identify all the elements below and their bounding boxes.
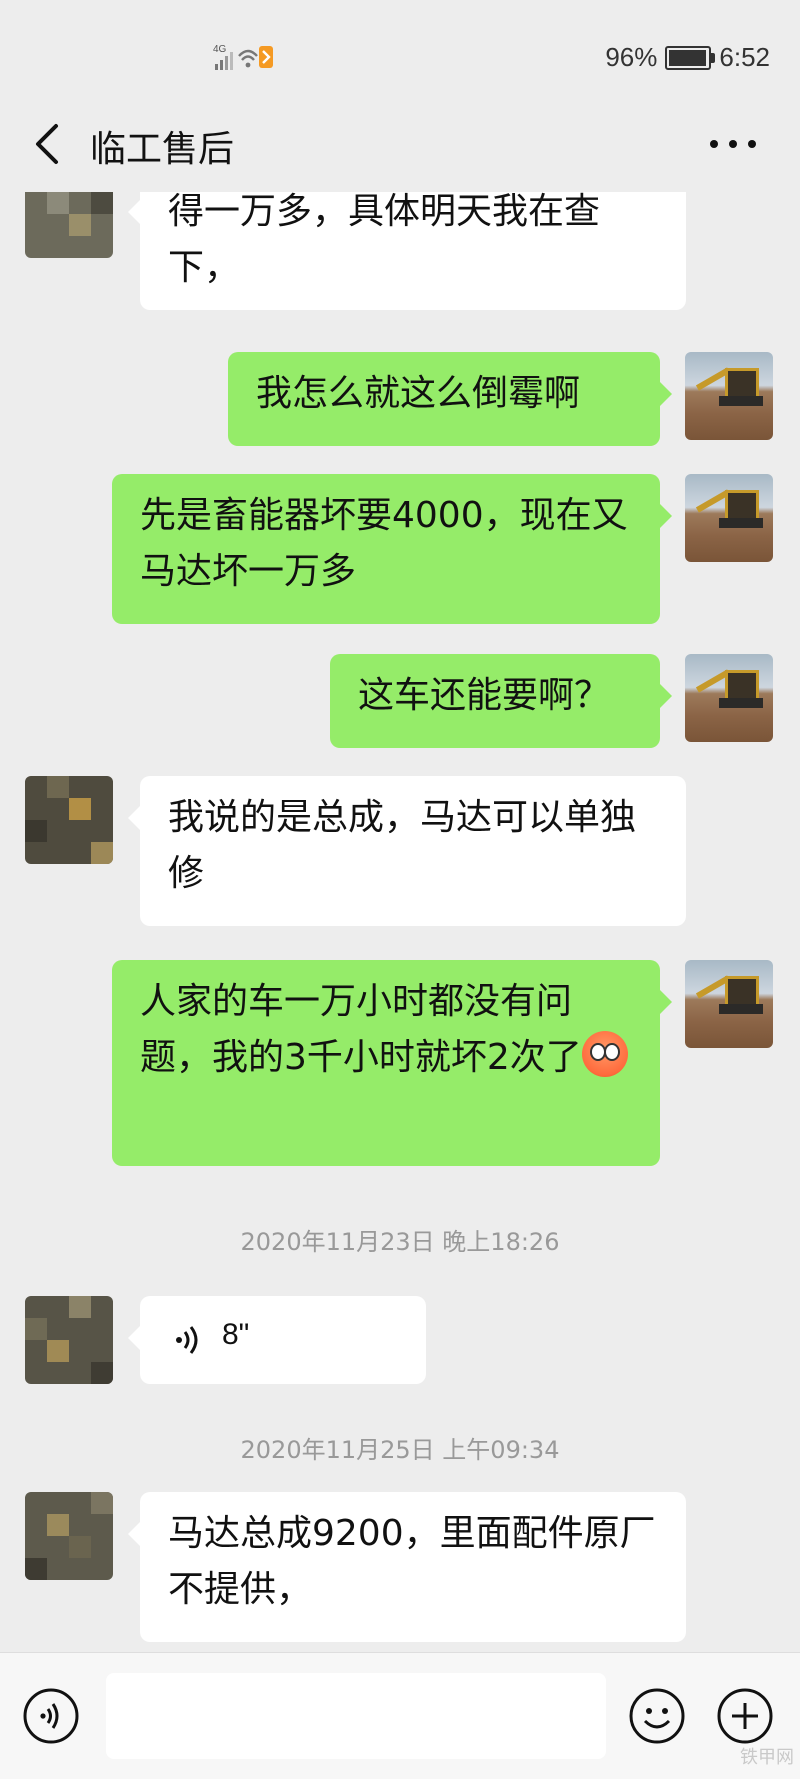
message-bubble-incoming[interactable]: 得一万多，具体明天我在查下， <box>128 192 686 310</box>
watermark: 铁甲网 <box>740 1747 794 1768</box>
voice-duration: 8" <box>222 1318 250 1351</box>
status-bar: 4G 96% 6:52 <box>0 0 800 112</box>
voice-wave-icon <box>176 1326 198 1354</box>
message-list[interactable]: 得一万多，具体明天我在查下， 我怎么就这么倒霉啊 先是畜能器坏要4000，现在又… <box>0 192 800 1652</box>
chat-screen: 4G 96% 6:52 临工售后 得一万多，具体明天我在查下， 我怎么就这么倒霉… <box>0 0 800 1779</box>
back-arrow-icon[interactable] <box>28 120 68 168</box>
flushed-face-emoji-icon <box>581 1031 628 1077</box>
message-text: 得一万多，具体明天我在查下， <box>168 192 601 288</box>
contact-avatar[interactable] <box>25 1296 113 1384</box>
message-text: 马达总成9200，里面配件原厂不提供， <box>168 1513 656 1610</box>
message-input[interactable] <box>106 1673 606 1759</box>
timestamp: 2020年11月25日 上午09:34 <box>240 1436 560 1464</box>
message-bubble-outgoing[interactable]: 我怎么就这么倒霉啊 <box>228 352 672 446</box>
clock: 6:52 <box>719 42 770 72</box>
more-options-icon[interactable] <box>706 128 760 160</box>
message-bubble-incoming[interactable]: 马达总成9200，里面配件原厂不提供， <box>128 1492 686 1642</box>
message-bubble-outgoing[interactable]: 这车还能要啊？ <box>330 654 672 748</box>
battery-icon <box>665 45 716 70</box>
message-text: 人家的车一万小时都没有问题，我的3千小时就坏2次了 <box>140 981 582 1078</box>
voice-input-icon[interactable] <box>22 1687 80 1745</box>
signal-wifi-icons: 4G <box>213 44 273 70</box>
chat-header: 临工售后 <box>0 98 800 192</box>
chat-title: 临工售后 <box>90 129 235 170</box>
status-right: 96% 6:52 <box>605 42 770 73</box>
battery-percent: 96% <box>605 42 658 72</box>
message-bubble-outgoing[interactable]: 人家的车一万小时都没有问题，我的3千小时就坏2次了 <box>112 960 672 1166</box>
message-text: 我说的是总成，马达可以单独修 <box>168 797 637 894</box>
my-avatar[interactable] <box>685 654 773 742</box>
message-text: 我怎么就这么倒霉啊 <box>256 373 581 414</box>
voice-message-bubble[interactable]: 8" <box>128 1296 426 1384</box>
message-bubble-incoming[interactable]: 我说的是总成，马达可以单独修 <box>128 776 686 926</box>
plus-icon[interactable] <box>716 1687 774 1745</box>
emoji-icon[interactable] <box>628 1687 686 1745</box>
message-text: 这车还能要啊？ <box>358 675 611 716</box>
my-avatar[interactable] <box>685 352 773 440</box>
contact-avatar[interactable] <box>25 776 113 864</box>
contact-avatar[interactable] <box>25 1492 113 1580</box>
timestamp: 2020年11月23日 晚上18:26 <box>240 1228 560 1256</box>
message-text: 先是畜能器坏要4000，现在又马达坏一万多 <box>140 495 628 592</box>
message-bubble-outgoing[interactable]: 先是畜能器坏要4000，现在又马达坏一万多 <box>112 474 672 624</box>
my-avatar[interactable] <box>685 474 773 562</box>
my-avatar[interactable] <box>685 960 773 1048</box>
contact-avatar[interactable] <box>25 192 113 258</box>
svg-text:4G: 4G <box>213 44 227 55</box>
input-bar: 铁甲网 <box>0 1652 800 1779</box>
